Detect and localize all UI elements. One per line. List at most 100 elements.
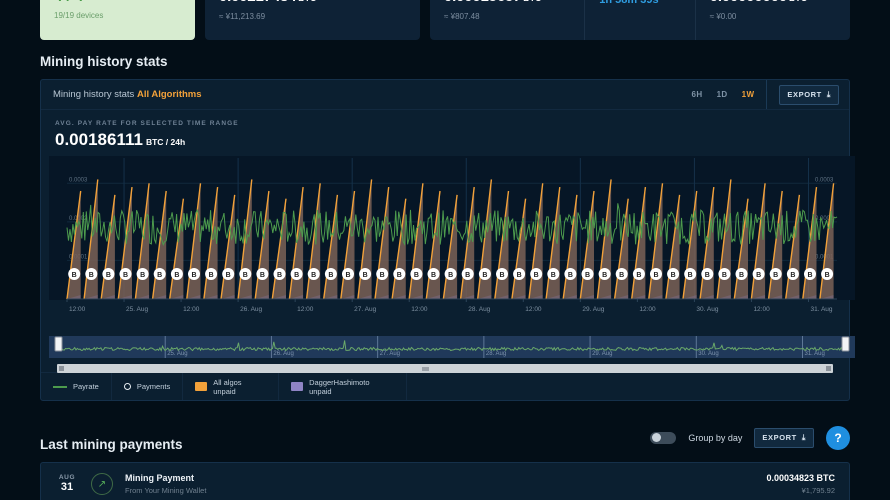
payment-fiat: ¥1,795.92: [801, 486, 835, 495]
svg-text:B: B: [363, 272, 368, 279]
mining-chart-svg[interactable]: 0.00030.00030.00020.00020.00010.0001BBBB…: [49, 156, 855, 336]
toggle-knob: [652, 433, 662, 442]
svg-text:12:00: 12:00: [183, 306, 200, 313]
legend-item-daggerhashimoto-unpaid[interactable]: DaggerHashimoto unpaid: [279, 373, 407, 400]
svg-text:27. Aug: 27. Aug: [380, 351, 400, 357]
svg-text:B: B: [517, 272, 522, 279]
panel-header-algo[interactable]: All Algorithms: [137, 89, 202, 100]
svg-text:B: B: [157, 272, 162, 279]
help-button[interactable]: ?: [826, 425, 850, 450]
pending-card[interactable]: 0.00000000BTC ≈ ¥0.00: [694, 0, 850, 40]
mining-dashboard-page: 4 / 4 19/19 devices 0.00217434BTC ≈ ¥11,…: [0, 0, 890, 500]
chart-navigator-svg[interactable]: 25. Aug 26. Aug 27. Aug 28. Aug 29. Aug 30. A…: [49, 336, 855, 358]
pending-unit: BTC: [789, 0, 807, 3]
daggerhashimoto-swatch-icon: [291, 382, 304, 391]
avg-payrate-block: AVG. PAY RATE FOR SELECTED TIME RANGE 0.…: [41, 110, 849, 152]
svg-text:B: B: [380, 272, 385, 279]
svg-text:B: B: [636, 272, 641, 279]
svg-text:30. Aug: 30. Aug: [696, 306, 718, 313]
group-by-day-toggle[interactable]: [650, 431, 677, 444]
download-icon: ⤓: [801, 432, 806, 442]
chart-navigator[interactable]: 25. Aug 26. Aug 27. Aug 28. Aug 29. Aug 30. A…: [49, 336, 855, 373]
payments-title: Last mining payments: [40, 437, 183, 452]
payment-row-right: 0.00034823 BTC ¥1,795.92: [766, 473, 835, 495]
avg-payrate-unit: BTC / 24h: [145, 137, 186, 147]
avg-payrate-value: 0.00186111 BTC / 24h: [55, 130, 186, 149]
svg-text:29. Aug: 29. Aug: [582, 306, 604, 313]
svg-text:12:00: 12:00: [753, 306, 770, 313]
payment-day: 31: [60, 481, 74, 493]
scrollbar-right-button[interactable]: [826, 366, 831, 371]
svg-text:B: B: [688, 272, 693, 279]
balance-fiat: ≈ ¥11,213.69: [219, 12, 266, 21]
range-selector: 6H 1D 1W: [692, 80, 768, 109]
svg-text:12:00: 12:00: [69, 306, 86, 313]
scrollbar-grip[interactable]: [421, 366, 429, 371]
payment-subtitle: From Your Mining Wallet: [125, 486, 207, 495]
devices-card[interactable]: 4 / 4 19/19 devices: [40, 0, 195, 40]
pending-fiat: ≈ ¥0.00: [709, 12, 737, 21]
svg-text:B: B: [482, 272, 487, 279]
next-payout-card[interactable]: 1h 58m 39s: [584, 0, 694, 40]
chart-export-button[interactable]: EXPORT ⤓: [779, 84, 839, 105]
panel-header: Mining history stats All Algorithms 6H 1…: [41, 80, 849, 110]
svg-text:B: B: [790, 272, 795, 279]
devices-value: 4 / 4: [54, 0, 181, 6]
unpaid-unit: BTC: [523, 0, 541, 3]
svg-text:B: B: [722, 272, 727, 279]
svg-text:B: B: [414, 272, 419, 279]
svg-text:B: B: [448, 272, 453, 279]
svg-text:26. Aug: 26. Aug: [273, 351, 293, 357]
svg-text:B: B: [465, 272, 470, 279]
chart-legend: Payrate Payments All algos unpaid Dagger…: [41, 372, 407, 400]
svg-text:B: B: [807, 272, 812, 279]
payments-export-button[interactable]: EXPORT ⤓: [754, 427, 814, 448]
payment-row[interactable]: AUG 31 ↗ Mining Payment From Your Mining…: [40, 462, 850, 500]
svg-text:B: B: [499, 272, 504, 279]
payments-controls: Group by day EXPORT ⤓ ?: [650, 425, 850, 450]
svg-text:B: B: [739, 272, 744, 279]
svg-text:B: B: [89, 272, 94, 279]
unpaid-group-card: 0.00015657BTC ≈ ¥807.48 1h 58m 39s 0.000…: [430, 0, 850, 40]
svg-text:B: B: [705, 272, 710, 279]
svg-text:12:00: 12:00: [411, 306, 428, 313]
range-1w[interactable]: 1W: [742, 90, 755, 99]
svg-text:12:00: 12:00: [297, 306, 314, 313]
next-payout-value: 1h 58m 39s: [599, 0, 659, 6]
balance-card[interactable]: 0.00217434BTC ≈ ¥11,213.69: [205, 0, 420, 40]
range-6h[interactable]: 6H: [692, 90, 703, 99]
payment-arrow-icon: ↗: [91, 473, 113, 495]
range-1d[interactable]: 1D: [717, 90, 728, 99]
svg-text:28. Aug: 28. Aug: [486, 351, 506, 357]
svg-text:B: B: [431, 272, 436, 279]
svg-text:26. Aug: 26. Aug: [240, 306, 262, 313]
payment-amount: 0.00034823 BTC: [766, 473, 835, 483]
svg-text:B: B: [209, 272, 214, 279]
svg-text:B: B: [140, 272, 145, 279]
svg-text:B: B: [72, 272, 77, 279]
legend-item-payrate[interactable]: Payrate: [41, 373, 112, 400]
mining-chart[interactable]: 0.00030.00030.00020.00020.00010.0001BBBB…: [49, 156, 855, 336]
svg-text:B: B: [773, 272, 778, 279]
svg-text:B: B: [568, 272, 573, 279]
svg-text:B: B: [585, 272, 590, 279]
svg-text:27. Aug: 27. Aug: [354, 306, 376, 313]
payment-date: AUG 31: [55, 474, 79, 494]
pending-value: 0.00000000BTC: [710, 0, 836, 7]
unpaid-card[interactable]: 0.00015657BTC ≈ ¥807.48: [430, 0, 584, 40]
legend-item-all-algos-unpaid[interactable]: All algos unpaid: [183, 373, 280, 400]
stats-row: 4 / 4 19/19 devices 0.00217434BTC ≈ ¥11,…: [0, 0, 890, 40]
svg-text:B: B: [123, 272, 128, 279]
svg-text:25. Aug: 25. Aug: [167, 351, 187, 357]
payments-export-label: EXPORT: [762, 433, 797, 442]
payment-row-left: AUG 31 ↗ Mining Payment From Your Mining…: [55, 473, 206, 495]
unpaid-value: 0.00015657BTC: [444, 0, 570, 7]
svg-text:B: B: [345, 272, 350, 279]
devices-sub: 19/19 devices: [54, 11, 104, 20]
legend-item-payments[interactable]: Payments: [112, 373, 184, 400]
svg-text:B: B: [311, 272, 316, 279]
chart-scrollbar[interactable]: [57, 364, 833, 373]
payment-title: Mining Payment: [125, 473, 195, 483]
payments-header: Last mining payments Group by day EXPORT…: [0, 423, 890, 452]
scrollbar-left-button[interactable]: [59, 366, 64, 371]
